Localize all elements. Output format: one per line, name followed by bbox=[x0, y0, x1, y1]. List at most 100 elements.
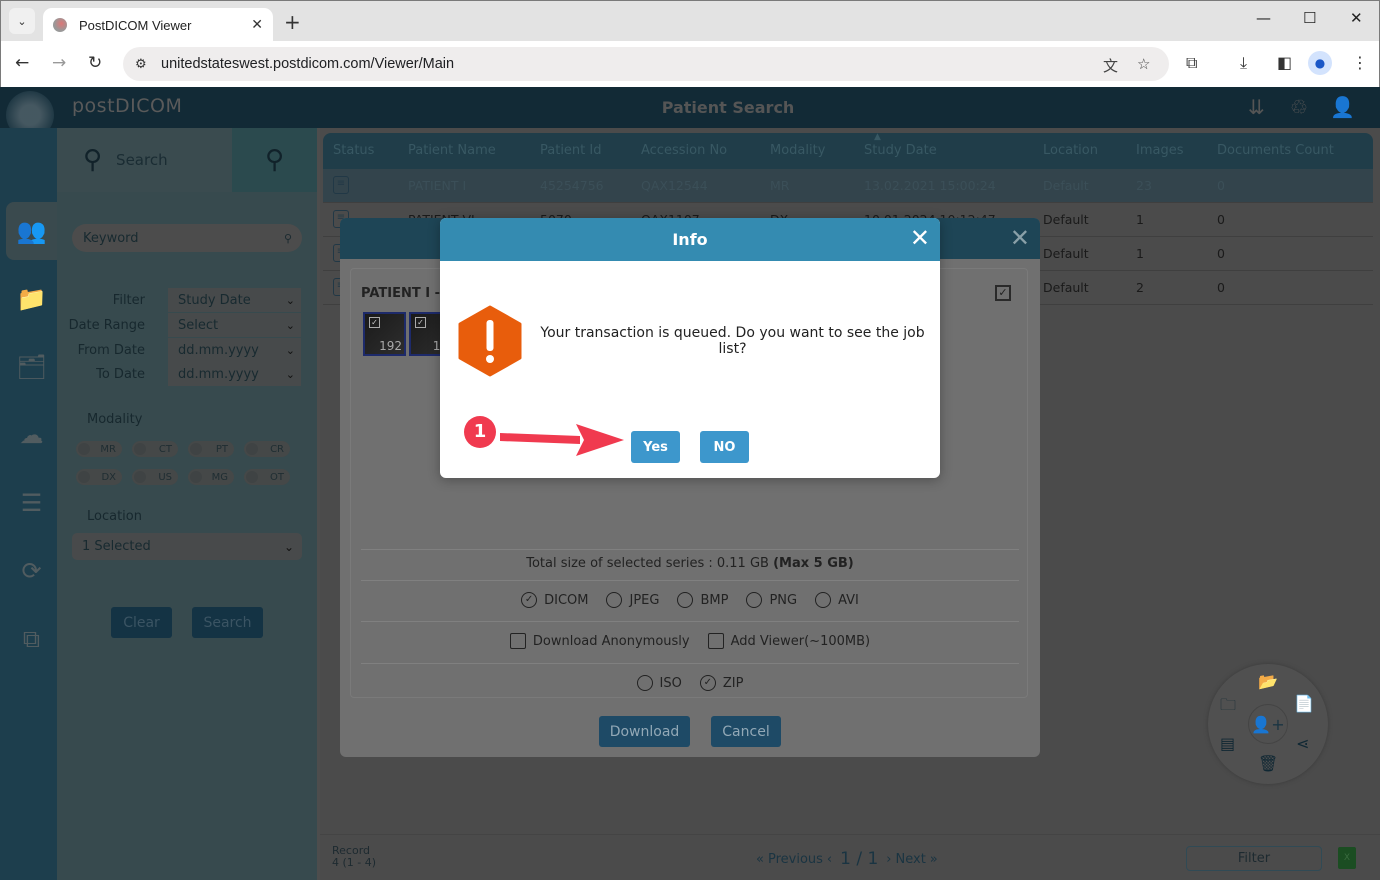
bookmark-star-icon[interactable]: ☆ bbox=[1137, 55, 1150, 73]
forward-icon[interactable]: → bbox=[52, 53, 66, 73]
cancel-button[interactable]: Cancel bbox=[711, 716, 781, 747]
add-viewer-checkbox[interactable]: Add Viewer(~100MB) bbox=[707, 633, 870, 649]
modality-toggle-us[interactable]: US bbox=[132, 469, 178, 485]
col-images[interactable]: Images bbox=[1136, 143, 1184, 158]
location-select[interactable]: 1 Selected ⌄ bbox=[72, 533, 302, 560]
tab-search[interactable]: ⚲ Search bbox=[57, 128, 232, 192]
anonymous-checkbox[interactable]: Download Anonymously bbox=[509, 633, 690, 649]
next-link[interactable]: Next bbox=[896, 852, 926, 867]
translate-icon[interactable]: 文 bbox=[1103, 55, 1118, 76]
filter-select[interactable]: Study Date ⌄ bbox=[168, 288, 301, 312]
last-page-icon[interactable]: » bbox=[930, 852, 938, 867]
next-page-icon[interactable]: › bbox=[886, 852, 891, 867]
yes-button[interactable]: Yes bbox=[631, 431, 680, 463]
date-range-select[interactable]: Select ⌄ bbox=[168, 313, 301, 337]
modality-toggle-pt[interactable]: PT bbox=[188, 441, 234, 457]
first-page-icon[interactable]: « bbox=[756, 852, 764, 867]
warning-icon bbox=[458, 305, 522, 377]
modality-toggle-cr[interactable]: CR bbox=[244, 441, 290, 457]
open-folder-icon[interactable]: 📂 bbox=[1258, 672, 1278, 691]
modality-toggle-mg[interactable]: MG bbox=[188, 469, 234, 485]
checkbox-icon[interactable]: ✓ bbox=[415, 317, 426, 328]
window-close-icon[interactable]: ✕ bbox=[1350, 9, 1363, 27]
filter-button[interactable]: Filter bbox=[1186, 846, 1322, 871]
sort-list-icon[interactable]: ⇊ bbox=[1248, 95, 1265, 119]
extensions-icon[interactable]: ⧉ bbox=[1186, 53, 1197, 73]
patients-icon[interactable]: 👥 bbox=[6, 202, 57, 260]
user-icon[interactable]: 👤 bbox=[1330, 95, 1355, 119]
profile-icon[interactable]: ● bbox=[1308, 51, 1332, 75]
modality-toggle-ct[interactable]: CT bbox=[132, 441, 178, 457]
add-patient-icon[interactable]: 👤+ bbox=[1248, 704, 1288, 744]
sync-icon[interactable]: ⟳ bbox=[6, 542, 57, 600]
keyword-search-icon[interactable]: ⚲ bbox=[284, 232, 292, 245]
from-date-input[interactable]: dd.mm.yyyy ⌄ bbox=[168, 338, 301, 362]
keyword-input[interactable]: Keyword ⚲ bbox=[72, 224, 302, 252]
download-icon[interactable]: ⤓ bbox=[1240, 53, 1247, 73]
add-document-icon[interactable]: 📄 bbox=[1294, 694, 1314, 713]
col-modality[interactable]: Modality bbox=[770, 143, 825, 158]
format-bmp-radio[interactable]: BMP bbox=[677, 592, 728, 608]
format-jpeg-radio[interactable]: JPEG bbox=[606, 592, 659, 608]
archive-iso-radio[interactable]: ISO bbox=[636, 675, 682, 691]
search-button[interactable]: Search bbox=[192, 607, 263, 638]
tab-search-icon[interactable]: ⌄ bbox=[9, 8, 35, 34]
folder-icon[interactable]: 📁 bbox=[6, 270, 57, 328]
reload-icon[interactable]: ↻ bbox=[88, 53, 102, 73]
transfer-screens-icon[interactable]: ⧉ bbox=[6, 610, 57, 668]
info-close-icon[interactable]: ✕ bbox=[910, 224, 930, 252]
col-status[interactable]: Status bbox=[333, 143, 374, 158]
recycle-bin-icon[interactable]: ♲ bbox=[1290, 95, 1308, 119]
new-tab-button[interactable]: + bbox=[284, 10, 301, 34]
site-settings-icon[interactable]: ⚙ bbox=[135, 57, 155, 72]
menu-kebab-icon[interactable]: ⋮ bbox=[1352, 53, 1368, 72]
col-documents-count[interactable]: Documents Count bbox=[1217, 143, 1334, 158]
total-size-text: Total size of selected series : 0.11 GB bbox=[526, 556, 769, 571]
prev-page-icon[interactable]: ‹ bbox=[827, 852, 832, 867]
series-thumbnail[interactable]: ✓ 192 bbox=[363, 312, 406, 356]
col-patient-name[interactable]: Patient Name bbox=[408, 143, 496, 158]
side-panel-icon[interactable]: ◧ bbox=[1277, 53, 1292, 72]
to-date-input[interactable]: dd.mm.yyyy ⌄ bbox=[168, 362, 301, 386]
studies-icon[interactable]: 🗂 bbox=[6, 338, 57, 396]
previous-link[interactable]: Previous bbox=[768, 852, 823, 867]
select-all-checkbox[interactable]: ✓ bbox=[995, 285, 1011, 301]
col-patient-id[interactable]: Patient Id bbox=[540, 143, 601, 158]
checkbox-icon[interactable]: ✓ bbox=[369, 317, 380, 328]
share-icon[interactable]: ⋖ bbox=[1296, 734, 1309, 753]
list-search-icon[interactable]: ☰ bbox=[6, 474, 57, 532]
modality-toggle-ot[interactable]: OT bbox=[244, 469, 290, 485]
format-avi-radio[interactable]: AVI bbox=[815, 592, 859, 608]
cell-accession: QAX12544 bbox=[641, 178, 708, 193]
format-png-radio[interactable]: PNG bbox=[746, 592, 797, 608]
col-location[interactable]: Location bbox=[1043, 143, 1098, 158]
excel-export-icon[interactable]: X bbox=[1338, 847, 1356, 869]
modality-toggle-dx[interactable]: DX bbox=[76, 469, 122, 485]
table-row[interactable]: ≡ PATIENT I 45254756 QAX12544 MR 13.02.2… bbox=[323, 169, 1373, 203]
url-field[interactable]: ⚙ unitedstateswest.postdicom.com/Viewer/… bbox=[123, 47, 1169, 81]
clear-button[interactable]: Clear bbox=[111, 607, 172, 638]
trash-icon[interactable]: 🗑 bbox=[1258, 754, 1278, 773]
upload-cloud-icon[interactable]: ☁ bbox=[6, 406, 57, 464]
download-button[interactable]: Download bbox=[599, 716, 690, 747]
browser-tab[interactable]: PostDICOM Viewer ✕ bbox=[43, 8, 273, 42]
format-dicom-radio[interactable]: ✓ DICOM bbox=[521, 592, 588, 608]
minimize-icon[interactable]: — bbox=[1256, 9, 1271, 27]
cell-patient-id: 45254756 bbox=[540, 178, 604, 193]
maximize-icon[interactable]: ☐ bbox=[1303, 9, 1316, 27]
app: postDICOM Patient Search ⇊ ♲ 👤 👥 📁 🗂 ☁ ☰… bbox=[0, 87, 1380, 880]
report-icon[interactable]: ▤ bbox=[1220, 734, 1235, 753]
col-study-date[interactable]: Study Date bbox=[864, 143, 937, 158]
back-icon[interactable]: ← bbox=[15, 53, 29, 73]
download-modal-close-icon[interactable]: ✕ bbox=[1010, 224, 1030, 252]
chevron-down-icon: ⌄ bbox=[285, 318, 295, 332]
archive-zip-radio[interactable]: ✓ ZIP bbox=[699, 675, 743, 691]
tab-advanced-search[interactable]: ⚲ bbox=[232, 128, 317, 192]
modality-toggle-mr[interactable]: MR bbox=[76, 441, 122, 457]
col-accession-no[interactable]: Accession No bbox=[641, 143, 727, 158]
location-label: Location bbox=[87, 509, 142, 524]
close-tab-icon[interactable]: ✕ bbox=[251, 17, 263, 33]
new-folder-icon[interactable]: 🗀 bbox=[1220, 694, 1236, 721]
no-button[interactable]: NO bbox=[700, 431, 749, 463]
url-text[interactable]: unitedstateswest.postdicom.com/Viewer/Ma… bbox=[161, 56, 454, 72]
